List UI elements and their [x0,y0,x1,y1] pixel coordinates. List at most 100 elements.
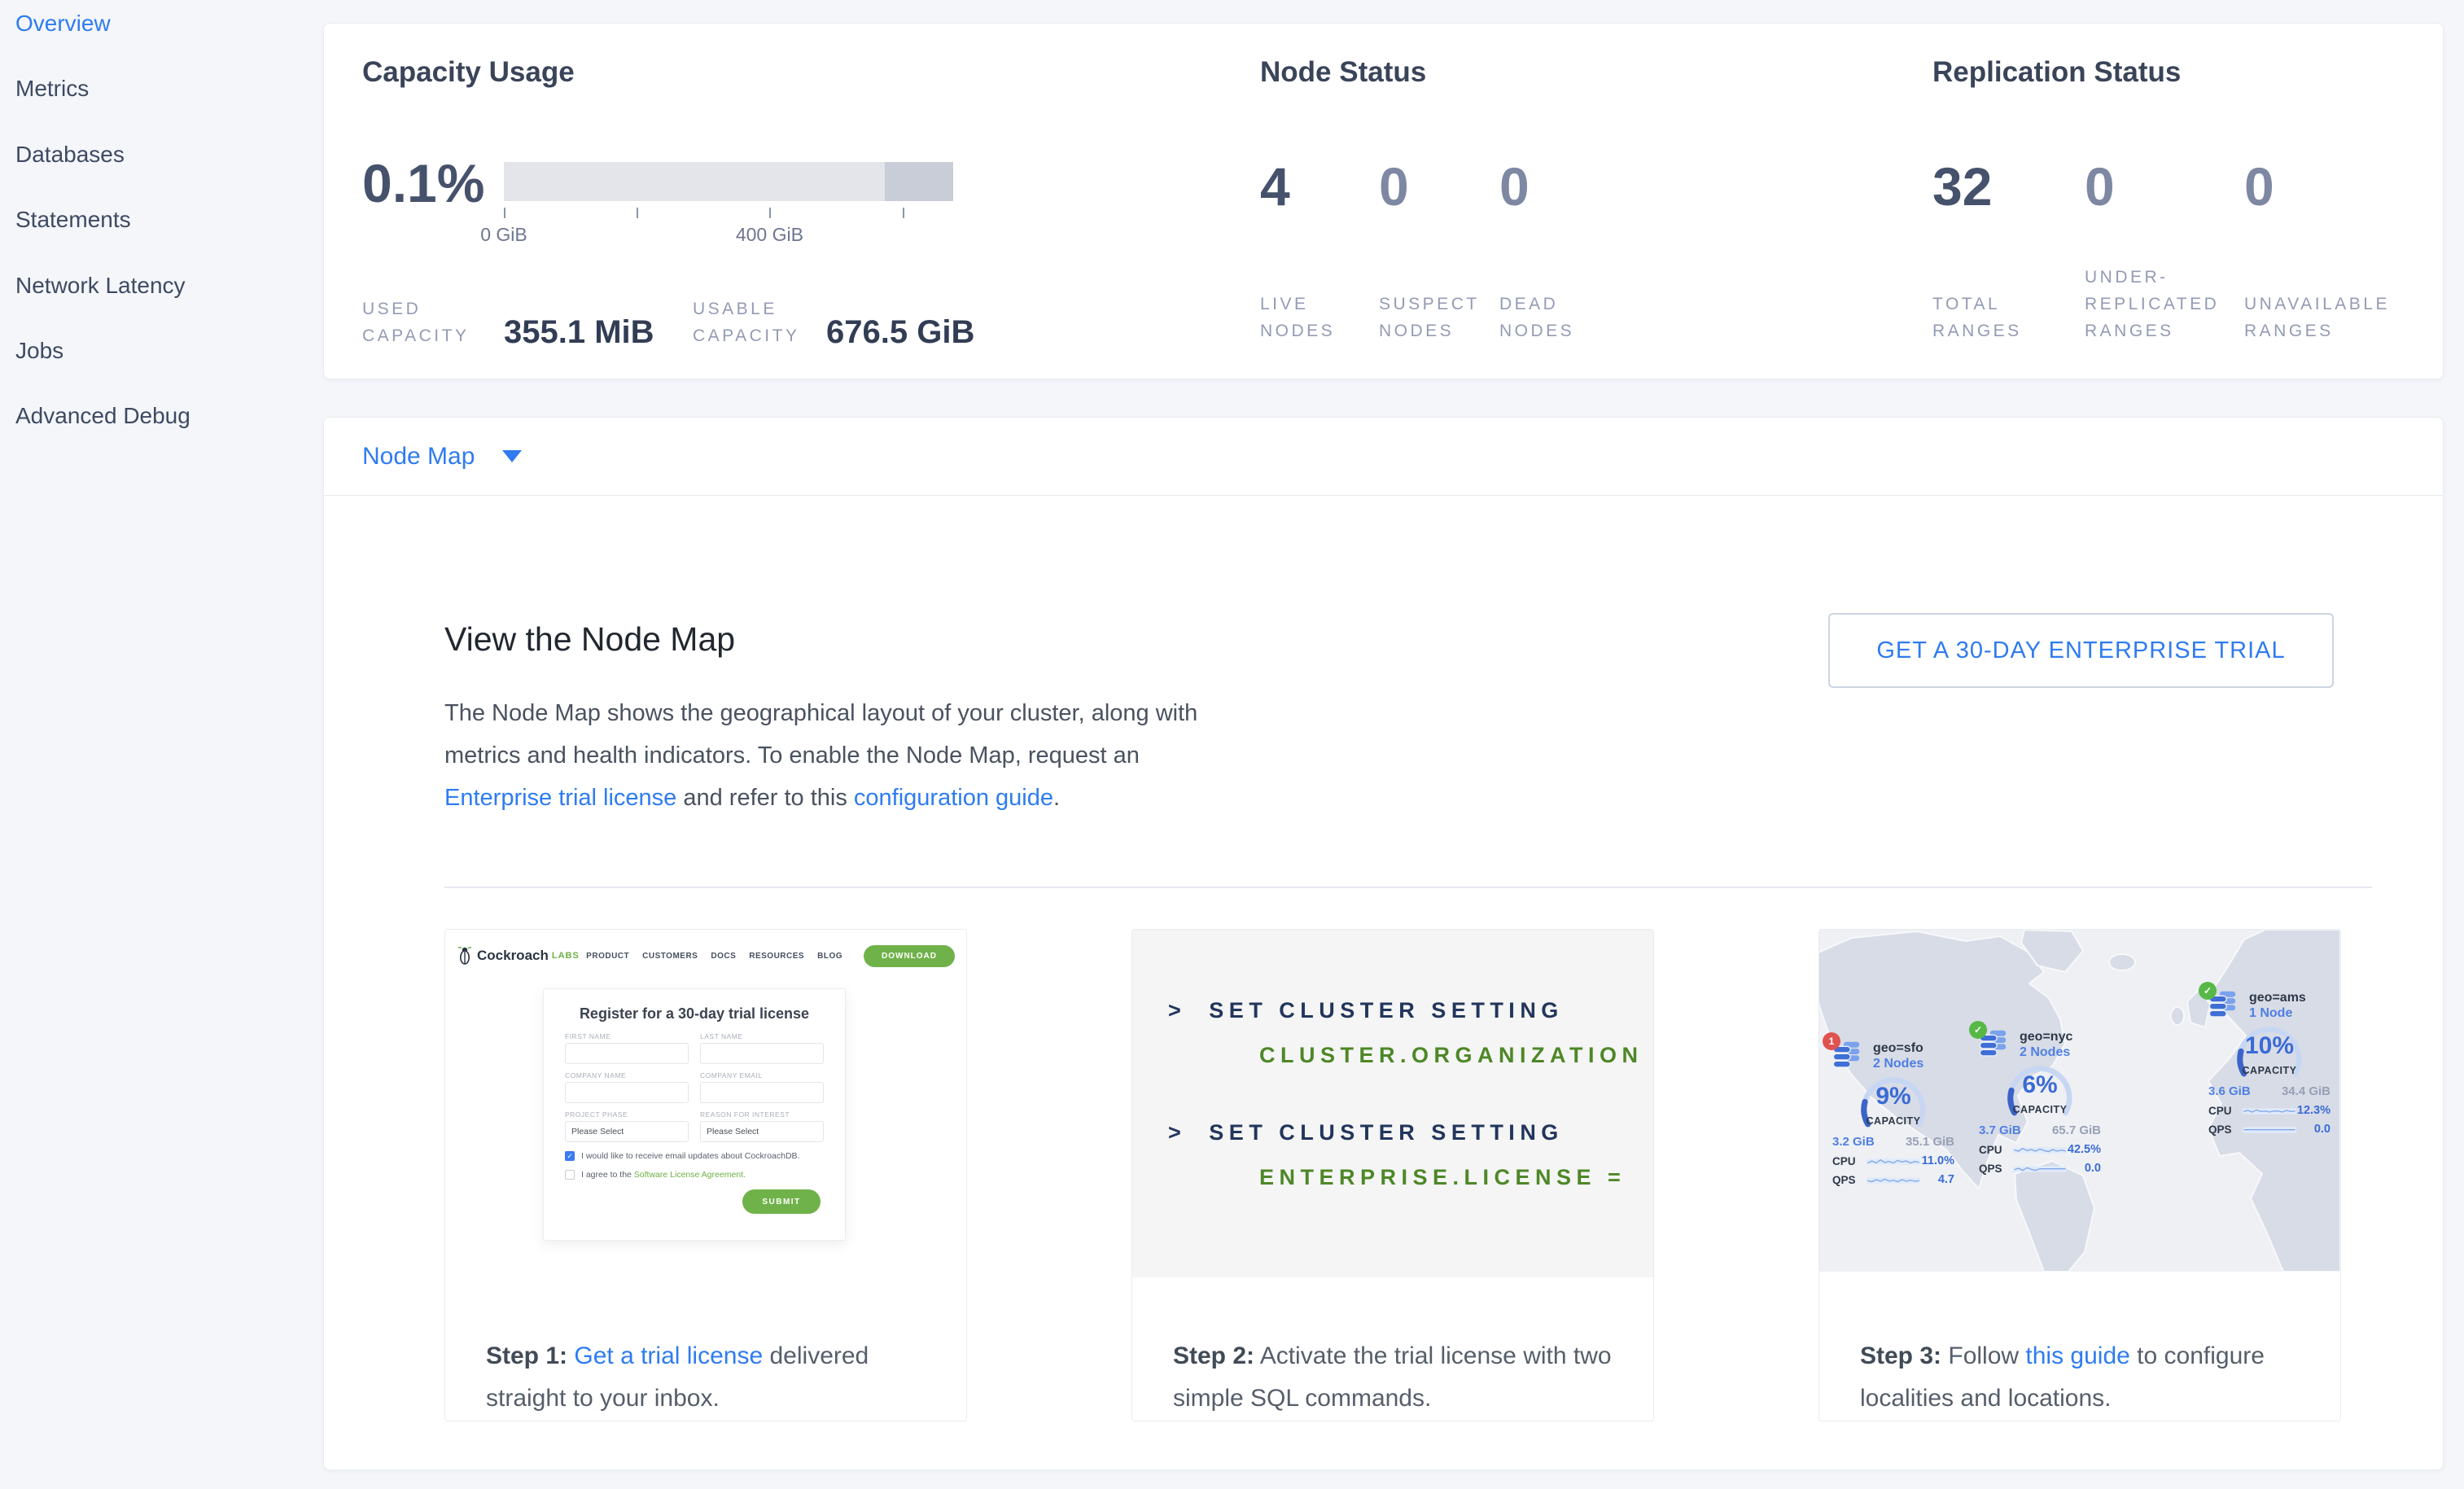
locality-name: geo=sfo [1873,1040,1923,1056]
this-guide-link[interactable]: this guide [2025,1342,2129,1369]
nav-resources: RESOURCES [749,952,804,961]
cluster-summary-panel: Capacity Usage 0.1% 0 GiB 400 GiB USED C… [323,23,2444,379]
step2-caption: Step 2: Activate the trial license with … [1173,1335,1624,1420]
license-agreement-label: I agree to the Software License Agreemen… [581,1170,746,1180]
project-phase-label: PROJECT PHASE [565,1110,689,1119]
node-map-card: Node Map View the Node Map The Node Map … [323,417,2444,1470]
usable-capacity-label: USABLE CAPACITY [693,296,808,349]
step1-card: Cockroach LABS PRODUCT CUSTOMERS DOCS RE… [444,929,967,1421]
sidebar-item-advanced-debug[interactable]: Advanced Debug [15,403,190,429]
step1-label: Step 1: [486,1342,567,1369]
cockroach-labs-logo: Cockroach LABS [457,946,580,966]
sql-argument: ENTERPRISE.LICENSE = [1259,1165,1653,1190]
capacity-bar-chart: 0 GiB 400 GiB [504,162,953,201]
qps-sparkline-icon [1867,1173,1920,1186]
capacity-percent: 10% [2231,1032,2308,1060]
locality-sfo: 1 geo=sfo 2 Nodes 9% CAPACITY [1832,1040,1954,1186]
sql-prompt: > [1168,1120,1186,1145]
description-text: . [1053,785,1060,811]
cpu-sparkline-icon [2243,1104,2296,1117]
locality-nodes: 1 Node [2249,1005,2306,1021]
sidebar-item-jobs[interactable]: Jobs [15,338,63,364]
under-replicated-ranges-label: UNDER-REPLICATED RANGES [2085,264,2244,344]
get-trial-license-link[interactable]: Get a trial license [574,1342,763,1369]
db-console-overview-page: Overview Metrics Databases Statements Ne… [0,0,2464,1489]
capacity-label: CAPACITY [1855,1115,1932,1127]
submit-button: SUBMIT [742,1189,821,1214]
first-name-label: FIRST NAME [565,1032,689,1040]
company-email-label: COMPANY EMAIL [700,1071,824,1080]
step2-label: Step 2: [1173,1342,1254,1369]
sql-command: SET CLUSTER SETTING [1209,998,1564,1023]
locality-nodes: 2 Nodes [2020,1044,2072,1060]
download-button: DOWNLOAD [864,945,955,967]
step3-label: Step 3: [1860,1342,1941,1369]
page-title: View the Node Map [444,620,735,659]
locality-nodes: 2 Nodes [1873,1056,1923,1071]
sidebar-item-statements[interactable]: Statements [15,207,131,233]
step2-card: > SET CLUSTER SETTING CLUSTER.ORGANIZATI… [1131,929,1654,1421]
trial-license-form: Register for a 30-day trial license FIRS… [543,988,846,1241]
caption-text: Follow [1941,1342,2025,1369]
reason-for-interest-label: REASON FOR INTEREST [700,1110,824,1119]
node-status-title: Node Status [1260,56,1426,89]
replication-status-title: Replication Status [1932,56,2181,89]
logo-labs-text: LABS [552,951,580,961]
first-name-field [565,1043,689,1064]
license-agreement-checkbox [565,1170,575,1180]
view-selector-dropdown[interactable]: Node Map [324,418,2443,496]
enterprise-trial-license-link[interactable]: Enterprise trial license [444,785,676,811]
alert-badge-icon: 1 [1823,1032,1840,1050]
cockroach-bug-icon [457,946,473,966]
node-map-preview: 1 geo=sfo 2 Nodes 9% CAPACITY [1819,930,2340,1272]
sidebar-item-network-latency[interactable]: Network Latency [15,273,186,299]
software-license-agreement-link: Software License Agreement. [634,1170,746,1180]
capacity-tick [637,208,638,218]
capacity-percent: 0.1% [362,152,484,214]
capacity-tick [769,208,771,218]
capacity-percent: 6% [2002,1071,2078,1099]
node-map-description: The Node Map shows the geographical layo… [444,692,1250,819]
project-phase-select: Please Select [565,1121,689,1142]
configuration-guide-link[interactable]: configuration guide [854,785,1053,811]
form-title: Register for a 30-day trial license [565,1005,824,1023]
under-replicated-ranges-value: 0 [2085,155,2244,217]
total-ranges-value: 32 [1932,155,2085,217]
sidebar-item-databases[interactable]: Databases [15,142,125,168]
dead-nodes-label: DEAD NODES [1499,291,1618,344]
nav-docs: DOCS [711,952,736,961]
total-ranges-label: TOTAL RANGES [1932,291,2085,344]
company-email-field [700,1082,824,1103]
capacity-tick-label-0: 0 GiB [480,224,527,246]
company-name-label: COMPANY NAME [565,1071,689,1080]
capacity-tick [903,208,904,218]
qps-value: 0.0 [2085,1162,2101,1175]
suspect-nodes-label: SUSPECT NODES [1379,291,1499,344]
capacity-label: CAPACITY [2002,1104,2078,1115]
unavailable-ranges-value: 0 [2244,155,2423,217]
capacity-tick [504,208,505,218]
sidebar-item-overview[interactable]: Overview [15,11,111,37]
sidebar-item-metrics[interactable]: Metrics [15,76,89,102]
cpu-label: CPU [1979,1144,2013,1156]
sql-argument: CLUSTER.ORGANIZATION = [1259,1043,1653,1068]
description-text: The Node Map shows the geographical layo… [444,700,1197,769]
capacity-bar [504,162,953,201]
sql-command: SET CLUSTER SETTING [1209,1120,1564,1145]
replication-status-group: Replication Status 32 0 0 TOTAL RANGES U… [1932,24,2437,379]
qps-label: QPS [1979,1163,2013,1175]
cpu-sparkline-icon [1867,1154,1920,1167]
get-enterprise-trial-button[interactable]: GET A 30-DAY ENTERPRISE TRIAL [1828,613,2334,688]
check-badge-icon: ✓ [2199,982,2217,1000]
qps-sparkline-icon [2243,1123,2296,1136]
cpu-label: CPU [2208,1105,2243,1117]
suspect-nodes-value: 0 [1379,155,1499,217]
step3-card: 1 geo=sfo 2 Nodes 9% CAPACITY [1818,929,2341,1421]
check-badge-icon: ✓ [1969,1021,1987,1039]
cpu-value: 12.3% [2297,1104,2331,1117]
nav-product: PRODUCT [586,952,629,961]
nav-blog: BLOG [817,952,842,961]
dead-nodes-value: 0 [1499,155,1618,217]
capacity-usage-group: Capacity Usage 0.1% 0 GiB 400 GiB USED C… [362,24,1225,379]
nav-customers: CUSTOMERS [642,952,698,961]
